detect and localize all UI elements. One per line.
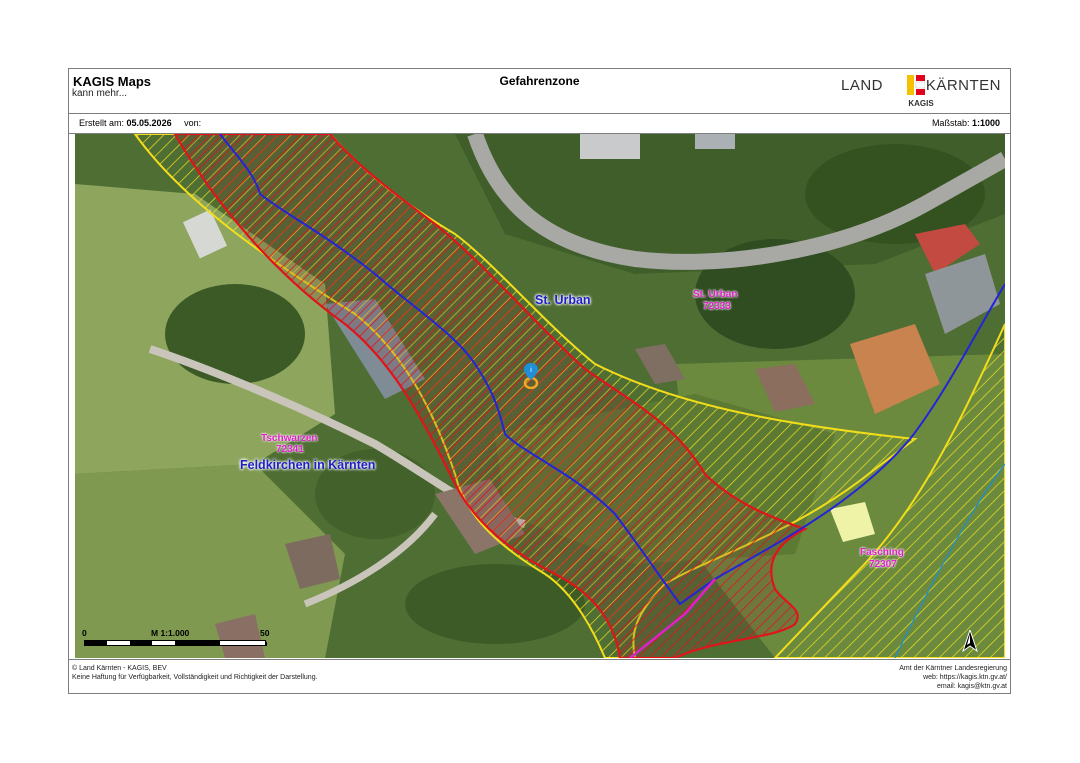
footer-left: © Land Kärnten - KAGIS, BEV Keine Haftun… bbox=[72, 665, 318, 683]
map-view[interactable]: i St. Urban St. Urban 72333 Tschwarzen 7… bbox=[75, 134, 1005, 658]
label-tschwarzen-name: Tschwarzen bbox=[261, 433, 318, 444]
scale-start: 0 bbox=[82, 628, 87, 638]
sheet-header: KAGIS Maps kann mehr... Gefahrenzone LAN… bbox=[69, 69, 1010, 114]
aerial-map-canvas bbox=[75, 134, 1005, 658]
email-link[interactable]: email: kagis@ktn.gv.at bbox=[899, 683, 1007, 692]
author-label: von: bbox=[184, 118, 202, 128]
land-kaernten-logo: LAND KÄRNTEN KAGIS bbox=[841, 74, 1001, 112]
scale-bar: 0 M 1:1.000 50 m bbox=[82, 628, 272, 654]
label-fasching-code: 72307 bbox=[869, 559, 897, 570]
location-pin-icon[interactable]: i bbox=[523, 363, 539, 389]
logo-text-right: KÄRNTEN bbox=[925, 77, 1001, 94]
map-sheet: KAGIS Maps kann mehr... Gefahrenzone LAN… bbox=[68, 68, 1011, 694]
north-arrow-icon bbox=[962, 630, 978, 652]
copyright-text: © Land Kärnten - KAGIS, BEV bbox=[72, 665, 167, 672]
label-tschwarzen-code: 72341 bbox=[276, 444, 304, 455]
scale-middle: M 1:1.000 bbox=[151, 628, 190, 638]
scale-bar-graphic bbox=[84, 640, 266, 646]
label-st-urban-name: St. Urban bbox=[693, 289, 738, 300]
created-info: Erstellt am: 05.05.2026 von: bbox=[79, 118, 201, 128]
label-st-urban: St. Urban bbox=[535, 293, 591, 307]
logo-text-left: LAND bbox=[841, 77, 884, 94]
sheet-footer: © Land Kärnten - KAGIS, BEV Keine Haftun… bbox=[69, 659, 1010, 696]
created-date: 05.05.2026 bbox=[126, 118, 172, 128]
office-name: Amt der Kärntner Landesregierung bbox=[899, 665, 1007, 672]
label-fasching-name: Fasching bbox=[860, 547, 904, 558]
web-link[interactable]: web: https://kagis.ktn.gv.at/ bbox=[899, 674, 1007, 683]
label-feldkirchen: Feldkirchen in Kärnten bbox=[240, 458, 376, 472]
scale-label: Maßstab: bbox=[931, 118, 970, 128]
created-label: Erstellt am: bbox=[79, 118, 125, 128]
footer-right: Amt der Kärntner Landesregierung web: ht… bbox=[899, 665, 1007, 691]
scale-value: 1:1000 bbox=[971, 118, 1000, 128]
info-bar: Erstellt am: 05.05.2026 von: Maßstab: 1:… bbox=[69, 113, 1010, 134]
disclaimer-text: Keine Haftung für Verfügbarkeit, Vollstä… bbox=[72, 673, 318, 681]
label-st-urban-code: 72333 bbox=[703, 301, 731, 312]
coat-of-arms-icon bbox=[907, 75, 925, 95]
logo-subtitle: KAGIS bbox=[908, 99, 934, 108]
scale-info: Maßstab: 1:1000 bbox=[932, 118, 1000, 128]
brand-subtitle: kann mehr... bbox=[72, 88, 128, 99]
